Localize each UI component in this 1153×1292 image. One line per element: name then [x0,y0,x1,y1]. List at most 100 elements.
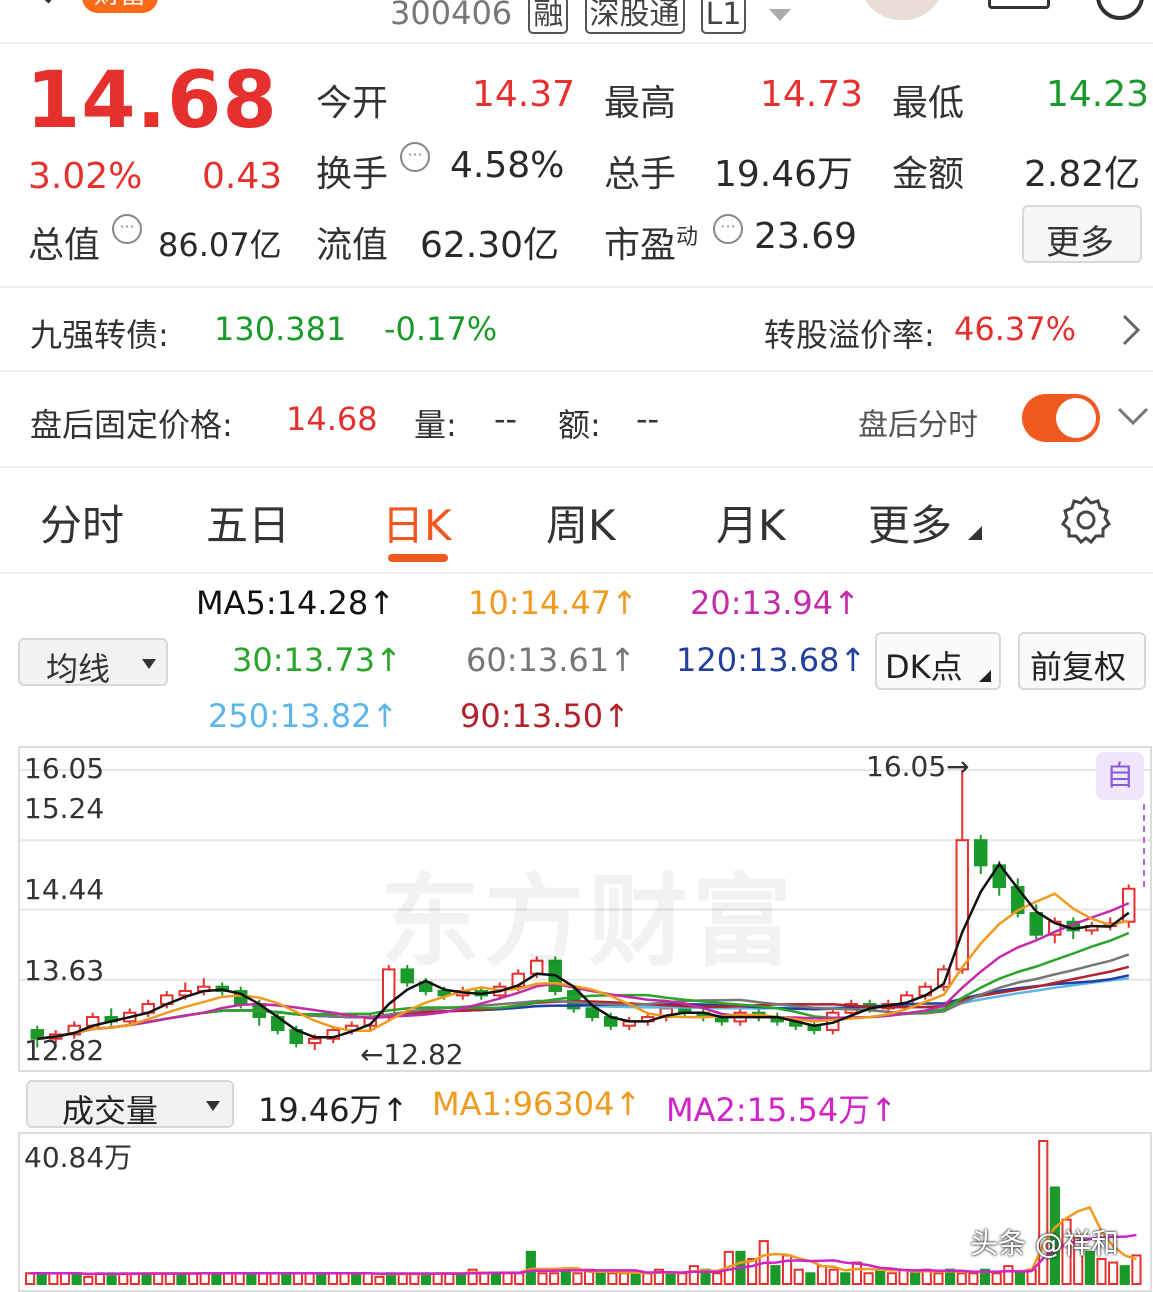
volume-chart[interactable] [18,1132,1152,1292]
y-tick-5: 12.82 [24,1034,105,1067]
dropdown-chevron-icon[interactable] [768,9,791,21]
share-icon[interactable] [988,0,1050,9]
afterhours-volume: -- [494,400,518,438]
volume-bar [875,1268,886,1285]
candle-body [974,839,988,867]
ma-select[interactable]: 均线 [18,638,168,688]
y-tick-4: 13.63 [24,954,105,987]
market-cap-value: 86.07亿 [158,226,282,264]
volume-bar [851,1261,863,1286]
volume-bar [770,1265,781,1285]
dk-point-button[interactable]: DK点 [875,632,1001,690]
high-label: 最高 [604,83,677,124]
low-value: 14.23 [1046,74,1150,115]
float-cap-label: 流值 [316,225,389,266]
chart-watermark: 东方财富 [380,863,796,980]
market-cap-info-icon[interactable]: ··· [112,214,142,244]
back-icon[interactable] [22,0,62,10]
ma250-legend: 250:13.82↑ [208,697,399,735]
volume-y-max: 40.84万 [24,1141,133,1174]
afterhours-volume-label: 量: [414,406,457,444]
tab-five-day[interactable]: 五日 [206,492,290,553]
expand-chevron-icon[interactable] [1116,404,1150,432]
high-value: 14.73 [760,74,864,115]
bond-label: 九强转债: [30,316,169,354]
candle-body [955,839,969,971]
volume-bar [1119,1265,1130,1285]
volume-ma2: MA2:15.54万↑ [666,1091,898,1129]
afterhours-price: 14.68 [286,400,378,438]
premium-label: 转股溢价率: [764,316,935,354]
tab-more[interactable]: 更多 [868,492,952,553]
chevron-right-icon[interactable] [1118,312,1142,352]
corner-triangle-icon [968,526,982,540]
volume-bar [688,1265,699,1285]
ma10-legend: 10:14.47↑ [468,584,638,622]
tab-weekly-k[interactable]: 周K [546,492,616,553]
low-label: 最低 [892,83,965,124]
more-quote-button[interactable]: 更多 [1022,205,1142,263]
volume-bar [1096,1257,1107,1286]
current-price: 14.68 [26,56,278,146]
bond-change: -0.17% [384,310,498,348]
tag-shenzhen-connect: 深股通 [584,0,685,34]
afterhours-amount: -- [636,400,660,438]
volume-bar [828,1268,839,1285]
float-cap-value: 62.30亿 [420,225,560,266]
candle-body [308,1037,322,1045]
pe-info-icon[interactable]: ··· [713,214,743,244]
afterhours-toggle[interactable] [1022,394,1100,442]
search-icon[interactable] [1096,0,1144,20]
corner-triangle-icon [979,670,991,682]
stock-code: 300406 [390,0,513,32]
volume-bar [1131,1254,1142,1286]
avatar[interactable] [860,0,944,20]
stock-code-title[interactable]: 300406 融 深股通 L1 [390,0,791,34]
volume-indicator-select[interactable]: 成交量 [26,1080,234,1130]
volume-bar [1003,1265,1014,1285]
bond-price: 130.381 [214,310,347,348]
ma60-legend: 60:13.61↑ [466,641,636,679]
kline-chart[interactable]: 东方财富 自 [18,746,1152,1072]
volume-bar [374,1275,385,1285]
turnover-label: 换手 [316,154,389,195]
market-cap-label: 总值 [28,225,101,266]
active-tab-indicator [388,554,448,562]
candle-body [1029,912,1043,936]
y-tick-1: 16.05 [24,752,105,785]
volume-bar [747,1257,758,1286]
min-price-label: ←12.82 [360,1038,464,1071]
ma5-legend: MA5:14.28↑ [196,584,396,622]
ma30-legend: 30:13.73↑ [232,641,402,679]
pe-value: 23.69 [754,216,858,257]
auto-indicator[interactable]: 自 [1096,752,1144,800]
open-value: 14.37 [472,74,576,115]
afterhours-chart-label: 盘后分时 [858,408,978,443]
tab-daily-k[interactable]: 日K [382,492,452,553]
gear-icon[interactable] [1060,494,1112,550]
ma120-legend: 120:13.68↑ [676,641,867,679]
volume-ma1: MA1:96304↑ [432,1085,642,1123]
price-adjust-button[interactable]: 前复权 [1018,632,1146,690]
change-amount: 0.43 [202,156,283,197]
volume-current: 19.46万↑ [258,1091,409,1129]
ma20-legend: 20:13.94↑ [690,584,860,622]
max-price-label: 16.05→ [866,750,970,783]
volume-bar [898,1268,909,1285]
volume-bar [1108,1261,1119,1286]
open-label: 今开 [316,83,389,124]
amount-label: 金额 [892,154,965,195]
select-caret-icon [142,659,156,669]
tab-monthly-k[interactable]: 月K [716,492,786,553]
brand-badge: 财富 [82,0,159,13]
volume-svg [25,1140,1142,1286]
tab-intraday[interactable]: 分时 [40,492,124,553]
select-caret-icon [206,1101,220,1111]
volume-value: 19.46万 [714,154,854,195]
amount-value: 2.82亿 [1024,154,1141,195]
change-percent: 3.02% [28,156,143,197]
turnover-info-icon[interactable]: ··· [400,142,430,172]
turnover-value: 4.58% [450,145,565,186]
ma90-legend: 90:13.50↑ [460,697,630,735]
volume-bar [560,1268,571,1285]
